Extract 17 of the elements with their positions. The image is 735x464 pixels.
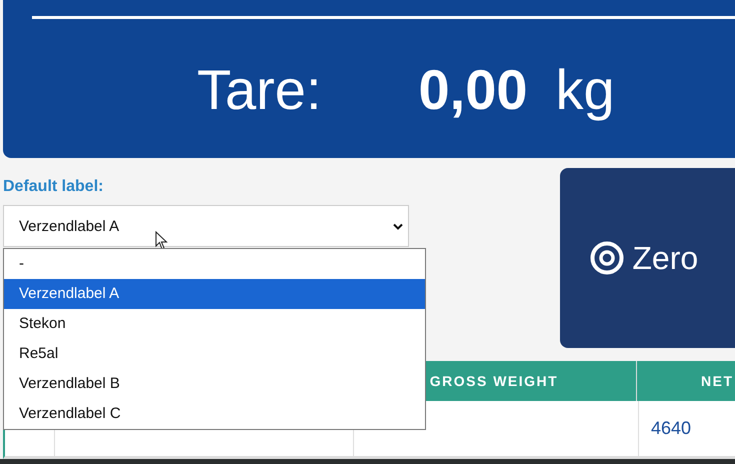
column-header: NET [701,373,734,389]
tare-unit: kg [556,57,615,122]
tare-value: 0,00 [418,57,528,122]
dropdown-option[interactable]: - [4,249,425,279]
field-label: Default label: [3,178,104,196]
column-header: GROSS WEIGHT [430,373,558,389]
dropdown-option[interactable]: Verzendlabel A [4,279,425,309]
target-icon [590,241,624,275]
tare-label: Tare: [197,57,322,122]
zero-button[interactable]: Zero [560,168,735,348]
dropdown-option[interactable]: Verzendlabel B [4,369,425,399]
dropdown-option[interactable]: Verzendlabel C [4,399,425,429]
dropdown-option[interactable]: Stekon [4,309,425,339]
label-select[interactable]: Verzendlabel A [3,205,410,247]
table-cell: 4640 [651,418,692,439]
dropdown-option[interactable]: Re5al [4,339,425,369]
caret-icon [393,222,404,230]
